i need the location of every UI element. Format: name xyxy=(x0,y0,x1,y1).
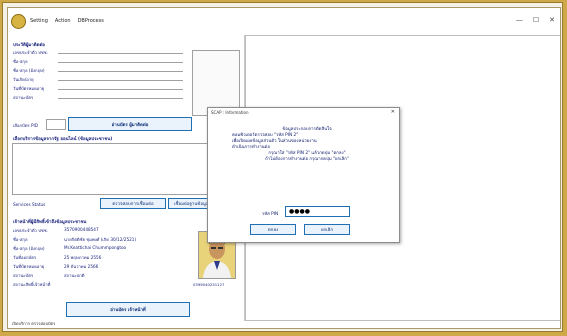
holder-value-name-en xyxy=(58,71,183,72)
holder-label-expiry: วันที่บัตรหมดอายุ xyxy=(13,86,45,91)
menu-action[interactable]: Action xyxy=(55,18,71,24)
officer-label-status: สถานะบัตร xyxy=(13,273,34,278)
card-holder-title: ประวัติผู้มาติดต่อ xyxy=(13,43,45,48)
check-connection-button[interactable]: ตรวจสอบการเชื่อมต่อ xyxy=(100,198,166,209)
officer-value-expiry: 29 ธันวาคม 2566 xyxy=(64,264,99,269)
app-window: Setting Action DBProcess — ☐ ✕ ประวัติผู… xyxy=(7,7,561,329)
pid-select[interactable] xyxy=(46,119,66,130)
cancel-button[interactable]: ยกเลิก xyxy=(304,224,350,235)
holder-value-expiry xyxy=(58,89,183,90)
holder-value-id xyxy=(58,53,183,54)
menu-setting[interactable]: Setting xyxy=(30,18,48,24)
officer-title: เจ้าหน้าที่ผู้มีสิทธิ์เข้าถึงข้อมูลประชา… xyxy=(13,220,87,225)
menu-dbprocess[interactable]: DBProcess xyxy=(78,18,104,24)
pid-select-label: เลือกบัตร PID xyxy=(13,123,38,128)
pin-input[interactable]: ●●●● xyxy=(285,206,350,217)
app-logo-icon xyxy=(11,13,26,29)
officer-card-number: 0399040251127 xyxy=(193,282,225,287)
officer-label-id: เลขประจำตัว ปชช. xyxy=(13,228,48,233)
read-holder-card-button[interactable]: อ่านบัตร ผู้มาติดต่อ xyxy=(68,117,192,131)
ok-button[interactable]: ตกลง xyxy=(250,224,296,235)
pin-dialog: SCAP : Information ✕ ข้อมูลประกอบการตัดส… xyxy=(207,107,400,243)
dialog-message: ข้อมูลประกอบการตัดสินใจ คอมพิวเตอร์ตรวจส… xyxy=(232,127,382,163)
holder-label-id: เลขประจำตัว ปชช. xyxy=(13,50,48,55)
officer-label-issue: วันที่ออกบัตร xyxy=(13,255,37,260)
pin-label: รหัส PIN xyxy=(262,212,279,217)
officer-label-name: ชื่อ-สกุล xyxy=(13,237,28,242)
window-controls: — ☐ ✕ xyxy=(516,16,555,24)
dialog-message-line: ถ้าไม่ต้องการทำงานต่อ กรุณากดปุ่ม "ยกเลิ… xyxy=(265,157,349,162)
maximize-icon[interactable]: ☐ xyxy=(533,16,539,24)
close-icon[interactable]: ✕ xyxy=(549,16,555,24)
officer-value-name-en: Mr.Keattichai Chummpongtoo xyxy=(64,245,127,250)
read-officer-card-button[interactable]: อ่านบัตร เจ้าหน้าที่ xyxy=(66,302,190,317)
officer-label-expiry: วันที่บัตรหมดอายุ xyxy=(13,264,45,269)
holder-label-name: ชื่อ-สกุล xyxy=(13,59,28,64)
holder-value-dob xyxy=(58,80,183,81)
status-bar: เปิดบริการ ตรวจสอบบัตร xyxy=(12,321,56,326)
minimize-icon[interactable]: — xyxy=(516,16,523,24)
holder-label-status: สถานะบัตร xyxy=(13,95,34,100)
officer-value-name: นายกิตติชัย ชุมพงศ์ (เกิด 30/12/2521) xyxy=(64,237,137,242)
holder-value-status xyxy=(58,98,183,99)
dialog-title: SCAP : Information xyxy=(211,110,249,115)
dialog-close-icon[interactable]: ✕ xyxy=(391,109,395,115)
service-status-label: Services Status xyxy=(13,202,46,207)
screen-frame: Setting Action DBProcess — ☐ ✕ ประวัติผู… xyxy=(2,2,563,332)
service-title: เลือกบริการข้อมูลจากรัฐ ออนไลน์ (ข้อมูลป… xyxy=(13,137,113,142)
holder-label-name-en: ชื่อ-สกุล (อังกฤษ) xyxy=(13,68,45,73)
holder-value-name xyxy=(58,62,183,63)
officer-label-name-en: ชื่อ-สกุล (อังกฤษ) xyxy=(13,246,45,251)
officer-value-issue: 25 พฤษภาคม 2556 xyxy=(64,255,102,260)
officer-value-id: 3570900448547 xyxy=(64,227,99,232)
officer-label-rights: สถานะสิทธิ์เจ้าหน้าที่ xyxy=(13,282,51,287)
menu-bar: Setting Action DBProcess — ☐ ✕ xyxy=(8,8,560,34)
holder-label-dob: วันเกิด/อายุ xyxy=(13,77,34,82)
officer-value-status: สถานะปกติ xyxy=(64,273,85,278)
